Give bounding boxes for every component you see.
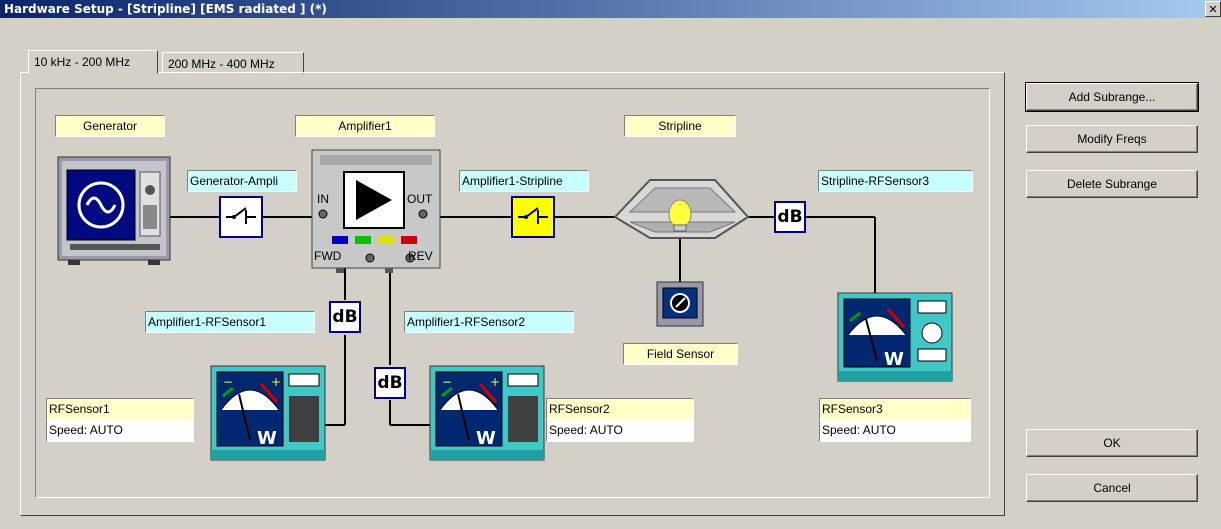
connection-generator-ampli[interactable]: Generator-Ampli <box>187 170 297 192</box>
attenuator-db-3[interactable]: dB <box>374 367 406 399</box>
sensor-speed: Speed: AUTO <box>46 420 194 442</box>
field-probe-icon[interactable] <box>656 281 704 327</box>
connection-stripline-rfsensor3[interactable]: Stripline-RFSensor3 <box>818 170 973 192</box>
power-meter-icon[interactable]: W − + <box>210 365 326 461</box>
power-meter-icon[interactable]: W − + <box>429 365 545 461</box>
attenuator-db-2[interactable]: dB <box>329 301 361 333</box>
svg-text:W: W <box>884 349 904 370</box>
signal-generator-icon[interactable] <box>57 156 171 265</box>
svg-text:+: + <box>271 375 281 389</box>
hardware-diagram: W − + W − + W <box>57 149 953 461</box>
connection-amplifier1-stripline[interactable]: Amplifier1-Stripline <box>459 170 589 192</box>
sensor-name: RFSensor1 <box>46 398 194 420</box>
amplifier-label[interactable]: Amplifier1 <box>295 115 435 137</box>
svg-text:−: − <box>442 375 452 389</box>
stripline-antenna-icon[interactable] <box>613 179 750 239</box>
amp-port-fwd-label: FWD <box>314 249 342 263</box>
connection-amplifier1-rfsensor1[interactable]: Amplifier1-RFSensor1 <box>145 311 315 333</box>
attenuator-db-1[interactable]: dB <box>774 201 806 233</box>
rfsensor1-box[interactable]: RFSensor1 Speed: AUTO <box>46 398 194 442</box>
svg-text:W: W <box>476 428 496 449</box>
amp-port-rev-label: REV <box>408 249 433 263</box>
field-sensor-label[interactable]: Field Sensor <box>623 343 738 365</box>
sensor-name: RFSensor2 <box>546 398 694 420</box>
amp-port-out-label: OUT <box>407 192 433 206</box>
connection-amplifier1-rfsensor2[interactable]: Amplifier1-RFSensor2 <box>404 311 574 333</box>
rfsensor3-box[interactable]: RFSensor3 Speed: AUTO <box>819 398 971 442</box>
amp-port-in-label: IN <box>317 192 329 206</box>
stripline-label[interactable]: Stripline <box>624 115 736 137</box>
sensor-name: RFSensor3 <box>819 398 971 420</box>
svg-text:+: + <box>490 375 500 389</box>
sensor-speed: Speed: AUTO <box>819 420 971 442</box>
svg-text:W: W <box>257 428 277 449</box>
sensor-speed: Speed: AUTO <box>546 420 694 442</box>
svg-text:−: − <box>223 375 233 389</box>
power-meter-icon[interactable]: W <box>837 292 953 382</box>
switch-icon[interactable] <box>219 196 263 238</box>
rfsensor2-box[interactable]: RFSensor2 Speed: AUTO <box>546 398 694 442</box>
switch-icon[interactable] <box>511 196 555 238</box>
generator-label[interactable]: Generator <box>55 115 165 137</box>
